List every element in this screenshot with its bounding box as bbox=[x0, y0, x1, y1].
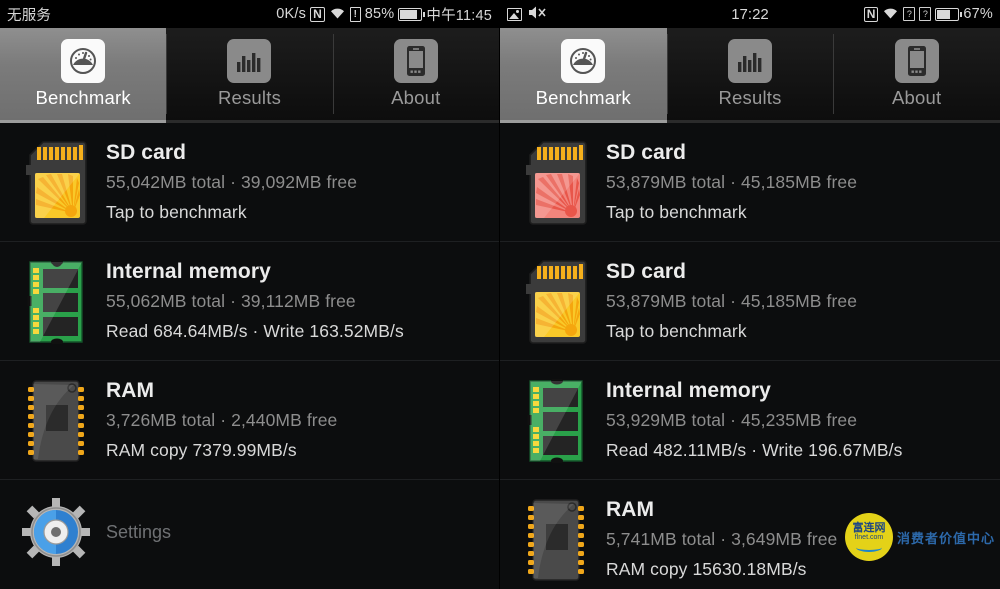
list-item-title: SD card bbox=[106, 141, 187, 164]
warning-icon: ! bbox=[349, 6, 361, 22]
battery-percent-label: 67% bbox=[963, 6, 993, 22]
list-item-title: Internal memory bbox=[606, 379, 771, 402]
mute-icon bbox=[528, 5, 546, 23]
ram-chip-icon bbox=[518, 494, 594, 586]
status-bar-right-group: N ? ? 67% bbox=[863, 6, 993, 23]
list-item-action: RAM copy 7379.99MB/s bbox=[106, 440, 297, 461]
tab-benchmark[interactable]: Benchmark bbox=[0, 28, 167, 123]
sd-card-icon-red bbox=[518, 137, 594, 229]
list-item[interactable]: SD card 53,879MB total · 45,185MB free T… bbox=[500, 123, 1000, 242]
list-item-action: Tap to benchmark bbox=[606, 321, 747, 342]
tab-about[interactable]: About bbox=[332, 28, 499, 123]
sim1-unknown-icon: ? bbox=[903, 7, 916, 21]
memory-module-icon-green bbox=[18, 256, 94, 348]
list-item-meta: SD card 53,879MB total · 45,185MB free T… bbox=[606, 256, 857, 342]
status-bar-left: 无服务 0K/s N ! 85% 中午11:45 bbox=[0, 0, 499, 28]
phone-icon bbox=[894, 39, 939, 83]
gear-eye-icon bbox=[18, 496, 94, 568]
list-item-meta: Internal memory 53,929MB total · 45,235M… bbox=[606, 375, 903, 461]
watermark: 富连网 flnet.com 消费者价值中心 bbox=[844, 513, 995, 561]
status-bar-left-group: 无服务 bbox=[7, 4, 51, 25]
list-item-subtitle: 5,741MB total · 3,649MB free bbox=[606, 529, 838, 550]
bar-chart-icon bbox=[728, 39, 772, 83]
left-phone-screen: 无服务 0K/s N ! 85% 中午11:45 Benchmark Resul… bbox=[0, 0, 500, 589]
tab-results-label: Results bbox=[217, 87, 282, 108]
list-item-action: Tap to benchmark bbox=[606, 202, 747, 223]
settings-label: Settings bbox=[106, 521, 172, 542]
phone-icon bbox=[393, 39, 438, 83]
list-item-subtitle: 3,726MB total · 2,440MB free bbox=[106, 410, 338, 431]
image-icon bbox=[507, 7, 522, 21]
ram-chip-icon bbox=[18, 375, 94, 467]
list-item-subtitle: 55,042MB total · 39,092MB free bbox=[106, 172, 358, 193]
tab-about-label: About bbox=[391, 87, 441, 108]
status-bar-right: 17:22 N ? ? 67% bbox=[500, 0, 1000, 28]
list-item-subtitle: 55,062MB total · 39,112MB free bbox=[106, 291, 356, 312]
tab-about-label: About bbox=[892, 87, 942, 108]
dual-screenshot-comparison: 无服务 0K/s N ! 85% 中午11:45 Benchmark Resul… bbox=[0, 0, 1000, 589]
list-item[interactable]: Internal memory 53,929MB total · 45,235M… bbox=[500, 361, 1000, 480]
list-item-meta: Internal memory 55,062MB total · 39,112M… bbox=[106, 256, 404, 342]
list-item-title: RAM bbox=[106, 379, 155, 402]
tab-bar-left: Benchmark Results About bbox=[0, 28, 499, 123]
list-item-meta: SD card 55,042MB total · 39,092MB free T… bbox=[106, 137, 357, 223]
benchmark-list-left: SD card 55,042MB total · 39,092MB free T… bbox=[0, 123, 499, 586]
wifi-icon bbox=[329, 6, 346, 23]
list-item-title: SD card bbox=[606, 141, 687, 164]
tab-benchmark-label: Benchmark bbox=[35, 87, 131, 108]
list-item-action: Read 482.11MB/s · Write 196.67MB/s bbox=[606, 440, 903, 461]
list-item-title: RAM bbox=[606, 498, 655, 521]
sim2-unknown-icon: ? bbox=[919, 7, 932, 21]
list-item-meta: RAM 5,741MB total · 3,649MB free RAM cop… bbox=[606, 494, 837, 580]
tab-bar-right: Benchmark Results About bbox=[500, 28, 1000, 123]
list-item-action: Read 684.64MB/s · Write 163.52MB/s bbox=[106, 321, 404, 342]
carrier-label: 无服务 bbox=[7, 7, 52, 24]
list-item[interactable]: Internal memory 55,062MB total · 39,112M… bbox=[0, 242, 499, 361]
battery-icon bbox=[398, 7, 426, 21]
nfc-icon: N bbox=[310, 6, 325, 22]
list-item-title: Internal memory bbox=[106, 260, 271, 283]
right-phone-screen: 17:22 N ? ? 67% Benchmark Results About … bbox=[500, 0, 1000, 589]
list-item-action: RAM copy 15630.18MB/s bbox=[606, 559, 807, 580]
tab-benchmark[interactable]: Benchmark bbox=[500, 28, 667, 123]
list-item-subtitle: 53,879MB total · 45,185MB free bbox=[606, 291, 858, 312]
clock-label: 中午11:45 bbox=[426, 7, 492, 24]
sd-card-icon-yellow bbox=[18, 137, 94, 229]
list-item-meta: SD card 53,879MB total · 45,185MB free T… bbox=[606, 137, 857, 223]
list-item[interactable]: SD card 53,879MB total · 45,185MB free T… bbox=[500, 242, 1000, 361]
tab-results[interactable]: Results bbox=[166, 28, 333, 123]
tab-results-label: Results bbox=[718, 87, 782, 108]
list-item-title: SD card bbox=[606, 260, 687, 283]
wifi-icon bbox=[882, 6, 899, 23]
watermark-logo-icon: 富连网 flnet.com bbox=[844, 513, 893, 561]
list-item-meta: RAM 3,726MB total · 2,440MB free RAM cop… bbox=[106, 375, 337, 461]
list-item[interactable]: SD card 55,042MB total · 39,092MB free T… bbox=[0, 123, 499, 242]
battery-percent-label: 85% bbox=[364, 6, 395, 22]
list-item-action: Tap to benchmark bbox=[106, 202, 247, 223]
list-item[interactable]: RAM 3,726MB total · 2,440MB free RAM cop… bbox=[0, 361, 499, 480]
nfc-icon: N bbox=[863, 6, 879, 22]
speedometer-icon bbox=[61, 39, 106, 83]
tab-benchmark-label: Benchmark bbox=[535, 87, 632, 108]
tab-results[interactable]: Results bbox=[666, 28, 834, 123]
sd-card-icon-yellow bbox=[518, 256, 594, 348]
battery-icon bbox=[935, 7, 963, 21]
memory-module-icon-green bbox=[518, 375, 594, 467]
watermark-line2: flnet.com bbox=[854, 533, 884, 541]
network-speed-label: 0K/s bbox=[276, 6, 307, 22]
watermark-smile-icon bbox=[855, 543, 882, 552]
watermark-line1: 富连网 bbox=[852, 521, 886, 534]
speedometer-icon bbox=[561, 39, 606, 83]
list-item-subtitle: 53,879MB total · 45,185MB free bbox=[606, 172, 858, 193]
bar-chart-icon bbox=[227, 39, 272, 83]
tab-about[interactable]: About bbox=[833, 28, 1000, 123]
status-bar-left-group bbox=[507, 5, 546, 23]
settings-row[interactable]: Settings bbox=[0, 480, 499, 586]
watermark-text: 消费者价值中心 bbox=[896, 530, 995, 546]
list-item-subtitle: 53,929MB total · 45,235MB free bbox=[606, 410, 858, 431]
status-bar-right-group: 0K/s N ! 85% 中午11:45 bbox=[276, 4, 492, 25]
